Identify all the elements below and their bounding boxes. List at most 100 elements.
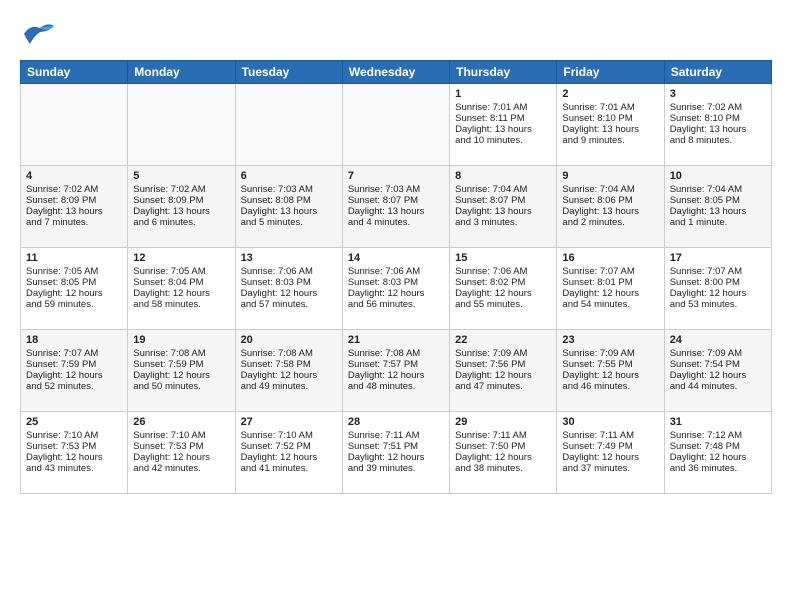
day-number: 26 bbox=[133, 416, 229, 428]
table-row bbox=[342, 84, 449, 166]
table-row: 9Sunrise: 7:04 AMSunset: 8:06 PMDaylight… bbox=[557, 166, 664, 248]
table-row bbox=[128, 84, 235, 166]
day-info: Sunrise: 7:06 AM bbox=[348, 266, 444, 277]
day-info: and 37 minutes. bbox=[562, 463, 658, 474]
day-info: Sunrise: 7:06 AM bbox=[241, 266, 337, 277]
calendar-week-row: 1Sunrise: 7:01 AMSunset: 8:11 PMDaylight… bbox=[21, 84, 772, 166]
day-info: Sunset: 8:00 PM bbox=[670, 277, 766, 288]
day-info: Daylight: 12 hours bbox=[670, 288, 766, 299]
day-number: 25 bbox=[26, 416, 122, 428]
day-number: 9 bbox=[562, 170, 658, 182]
day-info: Daylight: 12 hours bbox=[455, 452, 551, 463]
day-number: 5 bbox=[133, 170, 229, 182]
calendar-week-row: 4Sunrise: 7:02 AMSunset: 8:09 PMDaylight… bbox=[21, 166, 772, 248]
day-info: Sunset: 7:55 PM bbox=[562, 359, 658, 370]
day-info: and 7 minutes. bbox=[26, 217, 122, 228]
day-number: 18 bbox=[26, 334, 122, 346]
table-row: 20Sunrise: 7:08 AMSunset: 7:58 PMDayligh… bbox=[235, 330, 342, 412]
day-number: 28 bbox=[348, 416, 444, 428]
day-info: and 53 minutes. bbox=[670, 299, 766, 310]
day-info: and 5 minutes. bbox=[241, 217, 337, 228]
day-info: Sunrise: 7:06 AM bbox=[455, 266, 551, 277]
day-info: Daylight: 12 hours bbox=[133, 370, 229, 381]
day-info: Sunset: 7:56 PM bbox=[455, 359, 551, 370]
day-info: and 41 minutes. bbox=[241, 463, 337, 474]
day-info: Daylight: 13 hours bbox=[562, 124, 658, 135]
day-info: Daylight: 13 hours bbox=[133, 206, 229, 217]
day-info: and 44 minutes. bbox=[670, 381, 766, 392]
day-info: and 6 minutes. bbox=[133, 217, 229, 228]
table-row bbox=[21, 84, 128, 166]
day-info: Daylight: 12 hours bbox=[562, 288, 658, 299]
day-number: 22 bbox=[455, 334, 551, 346]
day-info: Sunset: 7:52 PM bbox=[241, 441, 337, 452]
day-number: 12 bbox=[133, 252, 229, 264]
calendar-week-row: 18Sunrise: 7:07 AMSunset: 7:59 PMDayligh… bbox=[21, 330, 772, 412]
day-info: Sunrise: 7:10 AM bbox=[133, 430, 229, 441]
day-info: and 59 minutes. bbox=[26, 299, 122, 310]
day-info: and 2 minutes. bbox=[562, 217, 658, 228]
day-info: Daylight: 13 hours bbox=[670, 206, 766, 217]
logo-bird-icon bbox=[20, 16, 56, 52]
days-header-row: Sunday Monday Tuesday Wednesday Thursday… bbox=[21, 61, 772, 84]
day-info: Daylight: 12 hours bbox=[241, 288, 337, 299]
day-info: Sunrise: 7:07 AM bbox=[562, 266, 658, 277]
day-info: Sunset: 8:04 PM bbox=[133, 277, 229, 288]
day-info: Sunrise: 7:02 AM bbox=[670, 102, 766, 113]
day-info: Sunrise: 7:09 AM bbox=[670, 348, 766, 359]
day-info: Sunset: 8:06 PM bbox=[562, 195, 658, 206]
day-number: 11 bbox=[26, 252, 122, 264]
table-row: 29Sunrise: 7:11 AMSunset: 7:50 PMDayligh… bbox=[450, 412, 557, 494]
logo bbox=[20, 16, 60, 52]
day-info: Sunrise: 7:11 AM bbox=[455, 430, 551, 441]
day-info: Sunset: 8:11 PM bbox=[455, 113, 551, 124]
table-row: 18Sunrise: 7:07 AMSunset: 7:59 PMDayligh… bbox=[21, 330, 128, 412]
day-info: Sunrise: 7:11 AM bbox=[562, 430, 658, 441]
table-row: 13Sunrise: 7:06 AMSunset: 8:03 PMDayligh… bbox=[235, 248, 342, 330]
calendar: Sunday Monday Tuesday Wednesday Thursday… bbox=[20, 60, 772, 494]
day-info: Daylight: 12 hours bbox=[670, 370, 766, 381]
day-info: Sunrise: 7:01 AM bbox=[455, 102, 551, 113]
day-number: 30 bbox=[562, 416, 658, 428]
col-tuesday: Tuesday bbox=[235, 61, 342, 84]
day-info: Sunset: 8:03 PM bbox=[241, 277, 337, 288]
day-info: and 36 minutes. bbox=[670, 463, 766, 474]
day-info: Sunrise: 7:10 AM bbox=[241, 430, 337, 441]
col-friday: Friday bbox=[557, 61, 664, 84]
day-info: and 43 minutes. bbox=[26, 463, 122, 474]
day-info: and 10 minutes. bbox=[455, 135, 551, 146]
table-row: 2Sunrise: 7:01 AMSunset: 8:10 PMDaylight… bbox=[557, 84, 664, 166]
day-info: and 49 minutes. bbox=[241, 381, 337, 392]
day-info: Sunset: 7:51 PM bbox=[348, 441, 444, 452]
table-row: 7Sunrise: 7:03 AMSunset: 8:07 PMDaylight… bbox=[342, 166, 449, 248]
day-info: and 42 minutes. bbox=[133, 463, 229, 474]
day-info: Sunset: 8:09 PM bbox=[26, 195, 122, 206]
day-info: and 56 minutes. bbox=[348, 299, 444, 310]
day-info: Daylight: 12 hours bbox=[455, 288, 551, 299]
day-info: Sunset: 7:59 PM bbox=[26, 359, 122, 370]
table-row: 3Sunrise: 7:02 AMSunset: 8:10 PMDaylight… bbox=[664, 84, 771, 166]
day-info: Sunset: 8:02 PM bbox=[455, 277, 551, 288]
day-number: 3 bbox=[670, 88, 766, 100]
table-row: 21Sunrise: 7:08 AMSunset: 7:57 PMDayligh… bbox=[342, 330, 449, 412]
col-saturday: Saturday bbox=[664, 61, 771, 84]
day-info: Sunrise: 7:02 AM bbox=[26, 184, 122, 195]
day-number: 29 bbox=[455, 416, 551, 428]
day-number: 8 bbox=[455, 170, 551, 182]
day-info: Sunset: 8:10 PM bbox=[670, 113, 766, 124]
calendar-week-row: 25Sunrise: 7:10 AMSunset: 7:53 PMDayligh… bbox=[21, 412, 772, 494]
day-info: Daylight: 13 hours bbox=[455, 206, 551, 217]
calendar-week-row: 11Sunrise: 7:05 AMSunset: 8:05 PMDayligh… bbox=[21, 248, 772, 330]
table-row: 23Sunrise: 7:09 AMSunset: 7:55 PMDayligh… bbox=[557, 330, 664, 412]
day-info: Sunrise: 7:08 AM bbox=[133, 348, 229, 359]
day-info: Daylight: 12 hours bbox=[26, 288, 122, 299]
day-info: Daylight: 12 hours bbox=[348, 370, 444, 381]
day-info: Sunset: 8:09 PM bbox=[133, 195, 229, 206]
day-info: and 38 minutes. bbox=[455, 463, 551, 474]
table-row: 15Sunrise: 7:06 AMSunset: 8:02 PMDayligh… bbox=[450, 248, 557, 330]
day-info: and 4 minutes. bbox=[348, 217, 444, 228]
day-info: Daylight: 13 hours bbox=[241, 206, 337, 217]
day-info: Sunrise: 7:07 AM bbox=[26, 348, 122, 359]
day-info: Sunset: 8:05 PM bbox=[670, 195, 766, 206]
day-info: Sunset: 7:59 PM bbox=[133, 359, 229, 370]
